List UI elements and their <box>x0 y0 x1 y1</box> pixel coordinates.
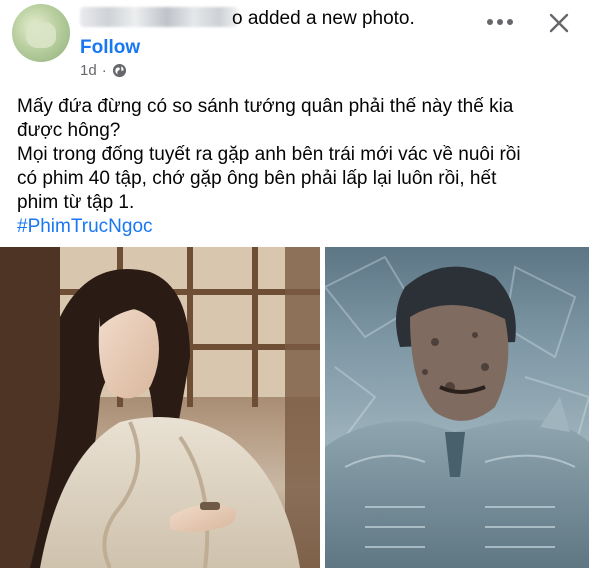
meta-separator: · <box>101 62 107 79</box>
author-name-blurred[interactable] <box>80 7 238 27</box>
post-meta: 1d · <box>80 62 127 79</box>
close-button[interactable] <box>546 10 572 36</box>
post-action-text: o added a new photo. <box>232 8 415 29</box>
hashtag-link[interactable]: #PhimTrucNgoc <box>17 215 582 239</box>
post-caption: Mấy đứa đừng có so sánh tướng quân phải … <box>17 95 582 239</box>
caption-line: Mấy đứa đừng có so sánh tướng quân phải … <box>17 96 514 117</box>
close-icon <box>549 13 569 33</box>
caption-line: Mọi trong đống tuyết ra gặp anh bên trái… <box>17 144 521 165</box>
photo-right-illustration <box>325 255 589 568</box>
facebook-post: o added a new photo. Follow 1d · Mấy đứa… <box>0 0 589 568</box>
post-time[interactable]: 1d <box>80 62 97 79</box>
photo-left-illustration <box>0 247 320 568</box>
caption-line: phim từ tập 1. <box>17 192 135 213</box>
avatar[interactable] <box>12 4 70 62</box>
post-photo-left[interactable] <box>0 247 320 568</box>
globe-icon[interactable] <box>112 63 127 78</box>
more-horizontal-icon <box>487 19 513 25</box>
caption-line: có phim 40 tập, chớ gặp ông bên phải lấp… <box>17 168 497 189</box>
follow-button[interactable]: Follow <box>80 37 140 59</box>
more-options-button[interactable] <box>486 10 514 34</box>
caption-line: được hông? <box>17 120 121 141</box>
post-photo-right[interactable] <box>325 247 589 568</box>
